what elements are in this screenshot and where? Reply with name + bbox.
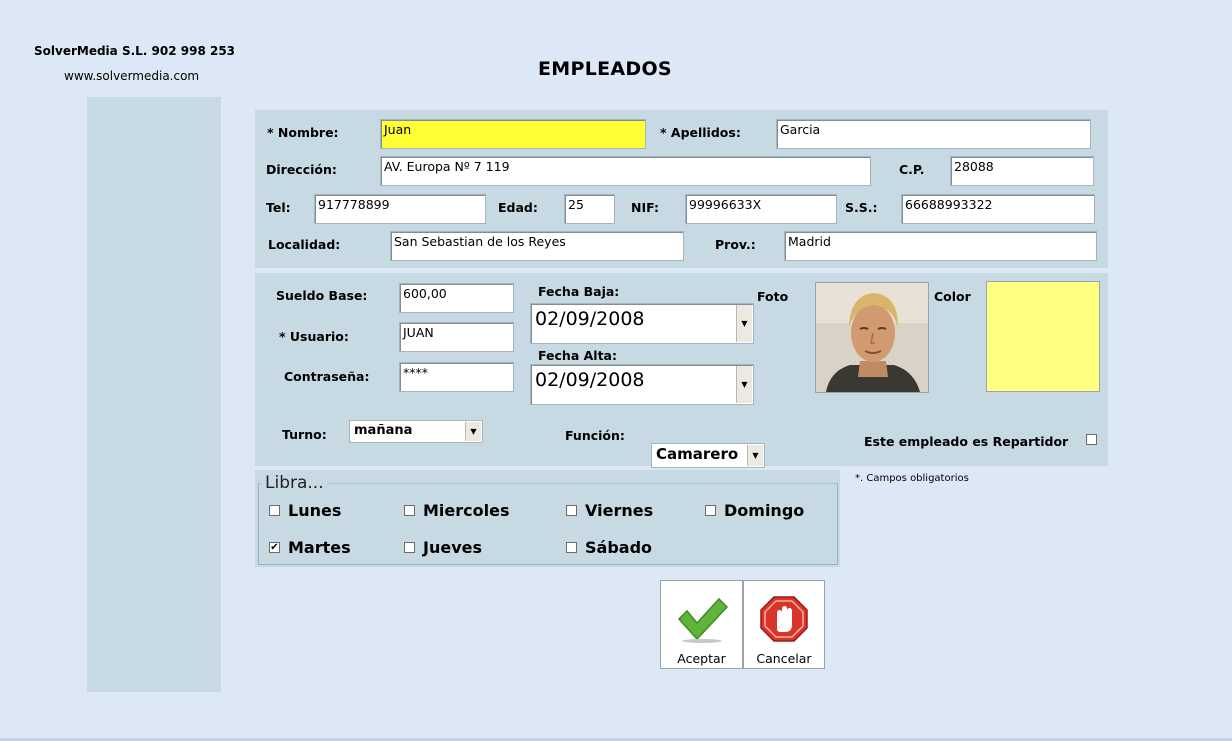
localidad-input[interactable]: San Sebastian de los Reyes bbox=[390, 231, 684, 261]
day-checkbox[interactable] bbox=[566, 505, 577, 516]
day-label: Jueves bbox=[423, 538, 482, 557]
accept-label: Aceptar bbox=[677, 651, 726, 666]
apellidos-input[interactable]: Garcia bbox=[776, 119, 1091, 149]
color-label: Color bbox=[934, 289, 971, 304]
cancel-label: Cancelar bbox=[756, 651, 812, 666]
stop-hand-icon bbox=[760, 596, 808, 642]
fecha-baja-picker[interactable]: 02/09/2008 ▼ bbox=[530, 303, 754, 344]
nombre-label: * Nombre: bbox=[267, 125, 339, 140]
day-checkbox[interactable] bbox=[404, 505, 415, 516]
apellidos-label: * Apellidos: bbox=[660, 125, 741, 140]
fecha-baja-value: 02/09/2008 bbox=[535, 308, 645, 330]
company-info: SolverMedia S.L. 902 998 253 bbox=[34, 44, 236, 58]
chevron-down-icon[interactable]: ▼ bbox=[736, 366, 752, 403]
turno-select[interactable]: mañana ▼ bbox=[349, 420, 483, 443]
edad-input[interactable]: 25 bbox=[564, 194, 615, 224]
sueldo-input[interactable]: 600,00 bbox=[399, 283, 514, 313]
cp-label: C.P. bbox=[899, 162, 925, 177]
usuario-label: * Usuario: bbox=[279, 329, 349, 344]
repartidor-checkbox[interactable] bbox=[1086, 434, 1097, 445]
day-checkbox-checked[interactable]: ✔ bbox=[269, 542, 280, 553]
day-label: Lunes bbox=[288, 501, 342, 520]
company-website: www.solvermedia.com bbox=[64, 69, 200, 83]
cp-input[interactable]: 28088 bbox=[950, 156, 1094, 186]
page-title: EMPLEADOS bbox=[538, 58, 672, 80]
day-martes[interactable]: ✔ Martes bbox=[269, 538, 351, 557]
day-jueves[interactable]: Jueves bbox=[404, 538, 482, 557]
day-label: Viernes bbox=[585, 501, 654, 520]
accept-button[interactable]: Aceptar bbox=[660, 580, 743, 669]
day-label: Sábado bbox=[585, 538, 653, 557]
day-miercoles[interactable]: Miercoles bbox=[404, 501, 509, 520]
tel-input[interactable]: 917778899 bbox=[314, 194, 486, 224]
fecha-baja-label: Fecha Baja: bbox=[538, 284, 620, 299]
day-label: Domingo bbox=[724, 501, 805, 520]
chevron-down-icon[interactable]: ▼ bbox=[747, 445, 763, 466]
funcion-select[interactable]: Camarero ▼ bbox=[651, 443, 765, 468]
localidad-label: Localidad: bbox=[268, 237, 341, 252]
direccion-input[interactable]: AV. Europa Nº 7 119 bbox=[380, 156, 871, 186]
day-checkbox[interactable] bbox=[269, 505, 280, 516]
direccion-label: Dirección: bbox=[266, 162, 337, 177]
fecha-alta-label: Fecha Alta: bbox=[538, 348, 617, 363]
libra-legend: Libra... bbox=[262, 473, 327, 493]
ss-label: S.S.: bbox=[845, 200, 878, 215]
fecha-alta-picker[interactable]: 02/09/2008 ▼ bbox=[530, 364, 754, 405]
edad-label: Edad: bbox=[498, 200, 538, 215]
funcion-value: Camarero bbox=[656, 445, 739, 463]
day-lunes[interactable]: Lunes bbox=[269, 501, 341, 520]
tel-label: Tel: bbox=[266, 200, 291, 215]
nif-label: NIF: bbox=[631, 200, 659, 215]
day-label: Miercoles bbox=[423, 501, 510, 520]
day-label: Martes bbox=[288, 538, 351, 557]
checkmark-icon bbox=[677, 597, 728, 643]
required-fields-note: *. Campos obligatorios bbox=[855, 473, 969, 484]
day-checkbox[interactable] bbox=[566, 542, 577, 553]
day-viernes[interactable]: Viernes bbox=[566, 501, 653, 520]
nombre-input[interactable]: Juan bbox=[380, 119, 646, 149]
color-swatch[interactable] bbox=[986, 281, 1100, 392]
chevron-down-icon[interactable]: ▼ bbox=[465, 422, 481, 441]
nif-input[interactable]: 99996633X bbox=[685, 194, 837, 224]
sidebar-panel bbox=[87, 97, 221, 692]
fecha-alta-value: 02/09/2008 bbox=[535, 369, 645, 391]
day-checkbox[interactable] bbox=[404, 542, 415, 553]
sueldo-label: Sueldo Base: bbox=[276, 288, 368, 303]
day-checkbox[interactable] bbox=[705, 505, 716, 516]
person-photo-icon bbox=[816, 283, 928, 392]
contrasena-input[interactable]: **** bbox=[399, 362, 514, 392]
prov-label: Prov.: bbox=[715, 237, 756, 252]
usuario-input[interactable]: JUAN bbox=[399, 322, 514, 352]
turno-value: mañana bbox=[354, 423, 413, 438]
repartidor-label: Este empleado es Repartidor bbox=[864, 434, 1069, 449]
foto-label: Foto bbox=[757, 289, 789, 304]
cancel-button[interactable]: Cancelar bbox=[743, 580, 825, 669]
contrasena-label: Contraseña: bbox=[284, 369, 370, 384]
employee-photo[interactable] bbox=[815, 282, 929, 393]
turno-label: Turno: bbox=[282, 427, 327, 442]
prov-input[interactable]: Madrid bbox=[784, 231, 1097, 261]
funcion-label: Función: bbox=[565, 428, 625, 443]
day-sabado[interactable]: Sábado bbox=[566, 538, 652, 557]
chevron-down-icon[interactable]: ▼ bbox=[736, 305, 752, 342]
ss-input[interactable]: 66688993322 bbox=[901, 194, 1095, 224]
day-domingo[interactable]: Domingo bbox=[705, 501, 804, 520]
